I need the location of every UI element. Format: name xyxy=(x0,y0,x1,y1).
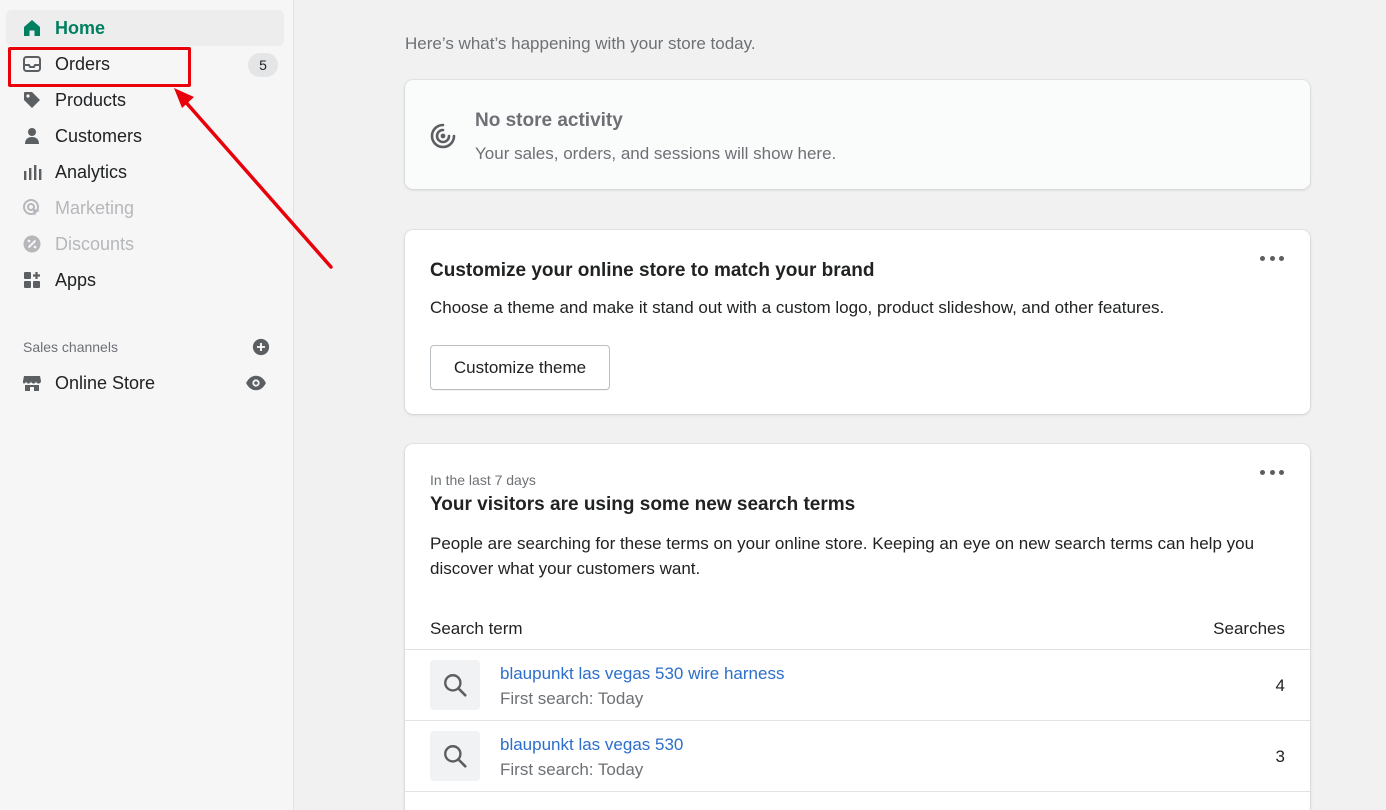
apps-icon xyxy=(22,270,42,290)
customize-store-card: Customize your online store to match you… xyxy=(405,230,1310,414)
store-icon xyxy=(22,373,42,393)
dot-icon xyxy=(1279,469,1284,475)
sidebar-nav: Home Orders 5 Products Customers Analyti… xyxy=(6,10,284,298)
first-search-label: First search: Today xyxy=(500,689,644,708)
page-greeting: Here’s what’s happening with your store … xyxy=(405,34,756,53)
sidebar-item-label: Apps xyxy=(55,269,97,290)
table-row: blaupunkt las vegas 530 First search: To… xyxy=(405,721,1310,792)
search-term-link[interactable]: blaupunkt las vegas 530 xyxy=(500,735,683,755)
column-header-searches: Searches xyxy=(1213,619,1285,638)
more-actions-button[interactable] xyxy=(1260,253,1284,263)
sidebar-item-customers[interactable]: Customers xyxy=(6,118,284,154)
sales-channels-header: Sales channels xyxy=(23,337,271,357)
sidebar-item-label: Customers xyxy=(55,125,143,146)
search-terms-description: People are searching for these terms on … xyxy=(430,534,1255,578)
search-count: 4 xyxy=(1275,676,1285,695)
person-icon xyxy=(22,126,42,146)
target-icon xyxy=(22,198,42,218)
view-online-store-button[interactable] xyxy=(244,373,268,393)
sidebar-item-apps[interactable]: Apps xyxy=(6,262,284,298)
sidebar-item-products[interactable]: Products xyxy=(6,82,284,118)
dot-icon xyxy=(1279,255,1284,261)
search-count: 3 xyxy=(1275,747,1285,766)
sidebar-item-label: Online Store xyxy=(55,372,156,393)
sidebar-item-home[interactable]: Home xyxy=(6,10,284,46)
activity-description: Your sales, orders, and sessions will sh… xyxy=(475,144,837,163)
search-terms-title: Your visitors are using some new search … xyxy=(430,494,856,515)
sidebar-item-label: Home xyxy=(55,17,106,38)
plus-circle-icon xyxy=(252,338,270,356)
sidebar-item-label: Orders xyxy=(55,53,111,74)
dot-icon xyxy=(1260,469,1265,475)
sidebar-item-label: Discounts xyxy=(55,233,135,254)
tag-icon xyxy=(22,90,42,110)
time-range-label: In the last 7 days xyxy=(430,472,536,488)
sidebar-item-orders[interactable]: Orders 5 xyxy=(6,46,284,82)
dot-icon xyxy=(1269,469,1275,475)
orders-count-badge: 5 xyxy=(248,53,278,77)
sidebar-item-discounts[interactable]: Discounts xyxy=(6,226,284,262)
sales-channels-title: Sales channels xyxy=(23,339,118,355)
sidebar: Home Orders 5 Products Customers Analyti… xyxy=(0,0,294,810)
dot-icon xyxy=(1260,255,1265,261)
search-icon xyxy=(430,731,480,781)
sidebar-item-marketing[interactable]: Marketing xyxy=(6,190,284,226)
sidebar-item-analytics[interactable]: Analytics xyxy=(6,154,284,190)
inbox-icon xyxy=(22,54,42,74)
table-row: blaupunkt las vegas 530 wire harness Fir… xyxy=(405,650,1310,721)
customize-theme-button[interactable]: Customize theme xyxy=(430,345,610,390)
sidebar-item-label: Marketing xyxy=(55,197,135,218)
search-icon xyxy=(430,660,480,710)
radar-icon xyxy=(429,122,457,150)
bar-chart-icon xyxy=(22,162,42,182)
sidebar-item-label: Products xyxy=(55,89,127,110)
sidebar-item-online-store[interactable]: Online Store xyxy=(6,365,284,401)
more-actions-button[interactable] xyxy=(1260,467,1284,477)
home-icon xyxy=(22,18,42,38)
dot-icon xyxy=(1269,255,1275,261)
first-search-label: First search: Today xyxy=(500,760,644,779)
sidebar-item-label: Analytics xyxy=(55,161,128,182)
sales-channel-list: Online Store xyxy=(6,365,284,401)
add-sales-channel-button[interactable] xyxy=(251,337,271,357)
customize-title: Customize your online store to match you… xyxy=(430,260,875,281)
activity-title: No store activity xyxy=(475,110,623,131)
column-header-search-term: Search term xyxy=(430,619,523,638)
discount-icon xyxy=(22,234,42,254)
eye-icon xyxy=(246,375,266,391)
table-header: Search term Searches xyxy=(405,616,1310,650)
customize-description: Choose a theme and make it stand out wit… xyxy=(430,298,1165,317)
search-terms-card: In the last 7 days Your visitors are usi… xyxy=(405,444,1310,810)
store-activity-card: No store activity Your sales, orders, an… xyxy=(405,80,1310,189)
search-term-link[interactable]: blaupunkt las vegas 530 wire harness xyxy=(500,664,784,684)
